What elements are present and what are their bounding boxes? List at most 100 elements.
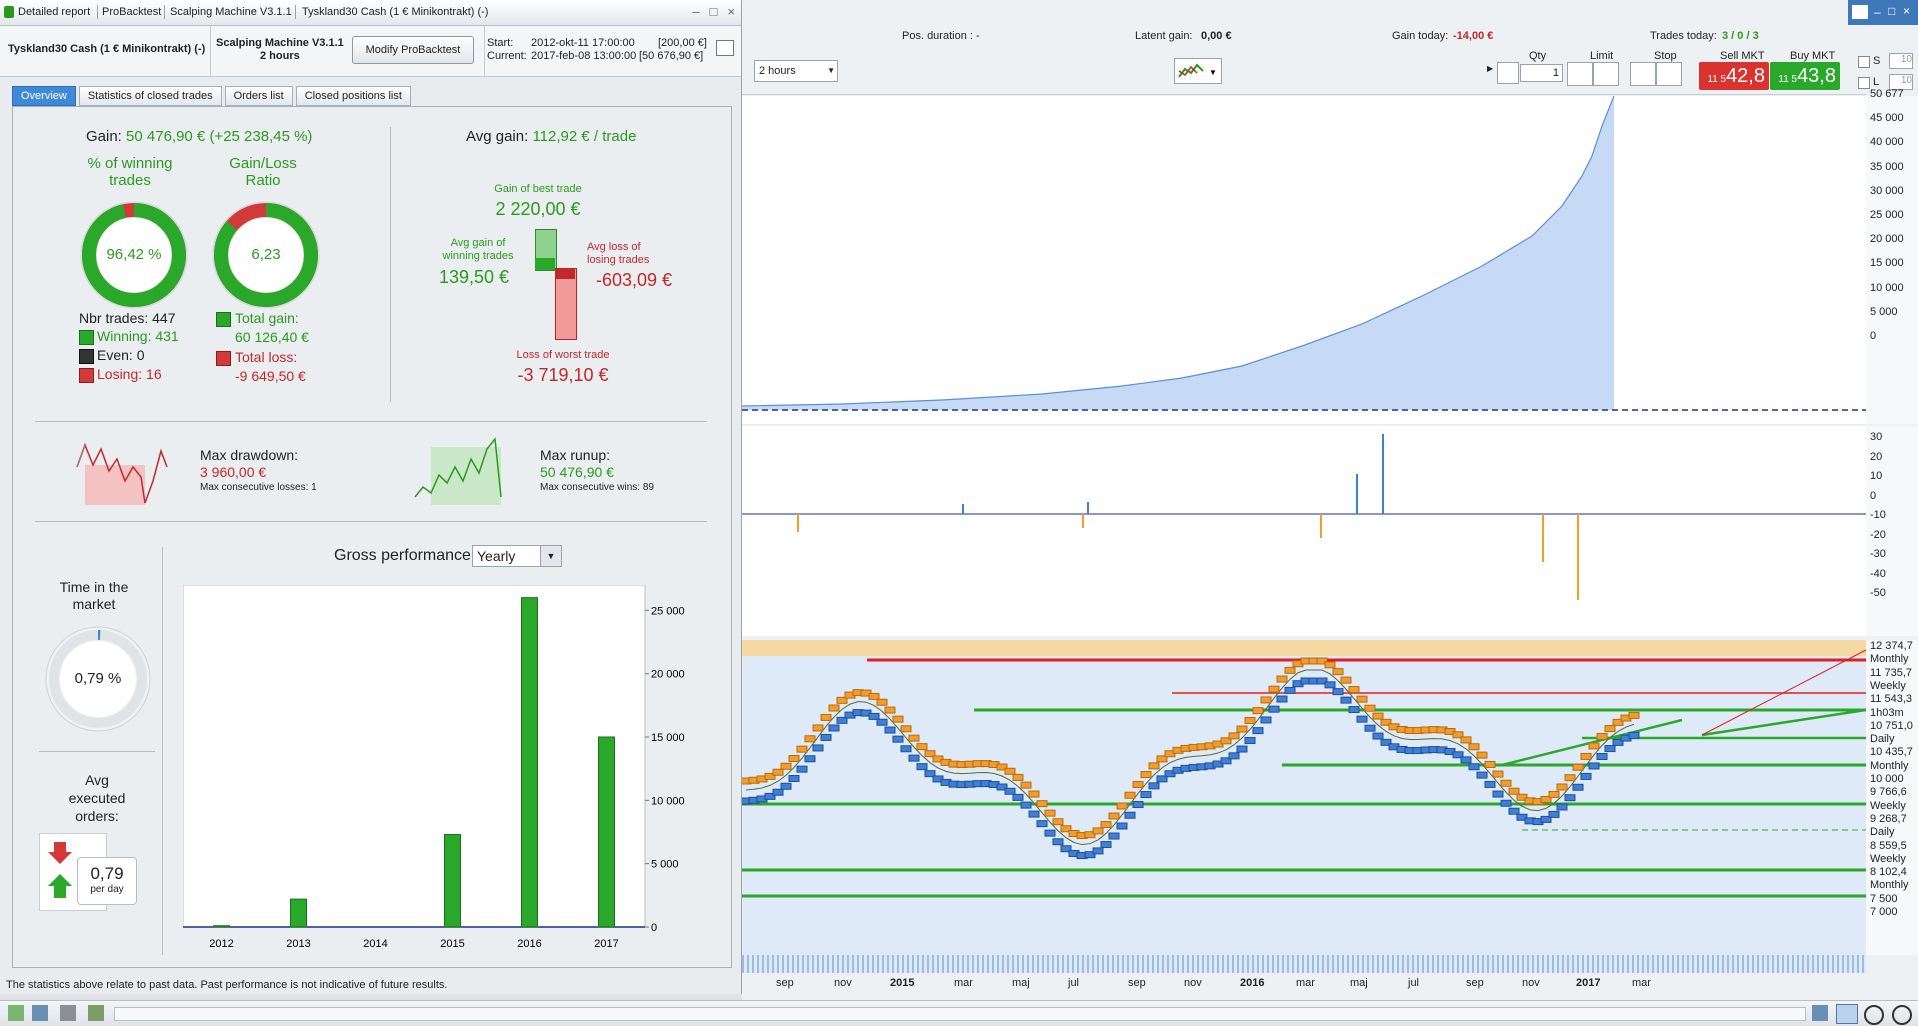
gain-label: Gain: [86,128,122,145]
minimize-icon[interactable]: – [1874,5,1881,19]
buy-order-mark [1092,847,1104,855]
tab-overview[interactable]: Overview [12,86,76,106]
buy-order-mark [868,712,880,720]
stop-sell-icon[interactable] [1656,62,1682,86]
sell-order-mark [1148,762,1160,770]
limit-buy-icon[interactable] [1567,62,1593,86]
settings-icon[interactable] [32,1005,48,1021]
ratio-title-line1: Gain/Loss [229,155,297,172]
axis-label: -50 [1870,587,1886,599]
title-divider [97,5,98,19]
sell-mkt-button[interactable]: 11 542,8 [1699,62,1769,90]
cursor-icon[interactable] [1812,1005,1828,1021]
tab-statistics-closed-trades[interactable]: Statistics of closed trades [78,86,222,106]
buy-order-mark [1140,791,1152,799]
buy-order-mark [1148,782,1160,790]
histogram-bar [1356,474,1358,514]
sell-order-mark [1132,781,1144,789]
max-drawdown-value: 3 960,00 € [200,464,267,480]
timeframe-select[interactable]: 2 hours ▼ [754,60,838,82]
gain-value: 50 476,90 € (+25 238,45 %) [126,128,313,145]
keyboard-icon[interactable] [1852,5,1868,19]
ratio-title-line2: Ratio [245,172,281,189]
maximize-icon[interactable]: □ [710,4,718,19]
timeline-strip[interactable] [742,955,1866,973]
sell-order-mark [812,724,824,732]
sell-order-mark [1268,685,1280,693]
buy-mkt-button[interactable]: 11 543,8 [1770,62,1840,90]
zoom-select-icon[interactable] [1836,1004,1858,1024]
axis-label: 40 000 [1870,136,1904,149]
limit-sell-icon[interactable] [1593,62,1619,86]
sell-order-mark [1236,725,1248,733]
sell-order-mark [892,715,904,723]
l-checkbox[interactable] [1858,77,1870,89]
buy-order-mark [1020,801,1032,809]
s-checkbox[interactable] [1858,56,1870,68]
losing-swatch [79,368,94,383]
system-name: Scalping Machine V3.1.1 [216,37,344,49]
sell-order-mark [1492,770,1504,778]
minimize-icon[interactable]: – [692,4,699,19]
s-input[interactable]: 10 [1889,53,1913,69]
bottom-toolbar [0,1000,1918,1026]
sell-order-mark [884,706,896,714]
export-icon[interactable] [8,1005,24,1021]
axis-label: 10 435,7 [1870,746,1913,759]
qty-input[interactable]: 1 [1520,64,1563,82]
zoom-in-icon[interactable] [1892,1005,1912,1025]
buy-order-mark [1244,737,1256,745]
total-gain-swatch [216,312,231,327]
buy-order-mark [1572,783,1584,791]
avg-orders-line2: executed [68,790,126,806]
axis-label: Weekly [1870,679,1906,692]
sell-order-mark [820,713,832,721]
print-icon[interactable] [716,40,734,56]
histogram-bar [1542,514,1544,562]
x-axis-label: mar [1632,977,1651,989]
indicator-menu-button[interactable]: ▼ [1174,58,1222,84]
maximize-icon[interactable]: □ [1888,4,1895,18]
chart-settings-icon[interactable] [88,1005,104,1021]
sell-price-small: 11 5 [1707,74,1727,85]
start-amount: [200,00 €] [658,37,707,49]
axis-label: Monthly [1870,653,1909,666]
tab-closed-positions-list[interactable]: Closed positions list [295,86,411,106]
vertical-divider [162,547,163,955]
gross-ytick: 25 000 [651,605,685,617]
sell-order-mark [1036,800,1048,808]
sell-order-mark [1596,733,1608,741]
buy-order-mark [1324,681,1336,689]
buy-order-mark [1028,810,1040,818]
winning-count: Winning: 431 [97,328,179,344]
axis-label: 7 500 [1870,892,1898,905]
axis-label: 0 [1870,330,1877,342]
close-icon[interactable]: × [1903,4,1910,18]
buy-order-mark [1124,811,1136,819]
equity-curve-chart [742,96,1866,424]
gain-loss-ratio-title: Gain/Loss Ratio [213,155,313,189]
chevron-down-icon: ▼ [827,66,835,75]
gross-ytick: 15 000 [651,732,685,744]
zoom-out-icon[interactable] [1864,1005,1884,1025]
time-market-line1: Time in the [59,579,129,595]
close-icon[interactable]: × [727,4,735,19]
buy-order-mark [804,755,816,763]
axis-label: 10 751,0 [1870,719,1913,732]
tab-orders-list[interactable]: Orders list [224,86,293,106]
expand-icon[interactable]: ▶ [1487,64,1493,78]
horizontal-scrollbar[interactable] [114,1007,1806,1021]
table-icon[interactable] [60,1005,76,1021]
axis-label: 11 735,7 [1870,666,1913,679]
indicators-icon: ▼ [1178,63,1217,78]
sell-order-mark [1500,779,1512,787]
modify-probacktest-button[interactable]: Modify ProBacktest [352,36,474,64]
buy-order-mark [1460,756,1472,764]
gross-period-select[interactable]: Yearly ▼ [472,545,562,567]
wrench-icon[interactable] [1497,62,1519,84]
avg-loss-value: -603,09 € [596,270,673,290]
sell-order-mark [828,704,840,712]
buy-order-mark [876,718,888,726]
stop-buy-icon[interactable] [1630,62,1656,86]
sell-order-mark [1372,712,1384,720]
